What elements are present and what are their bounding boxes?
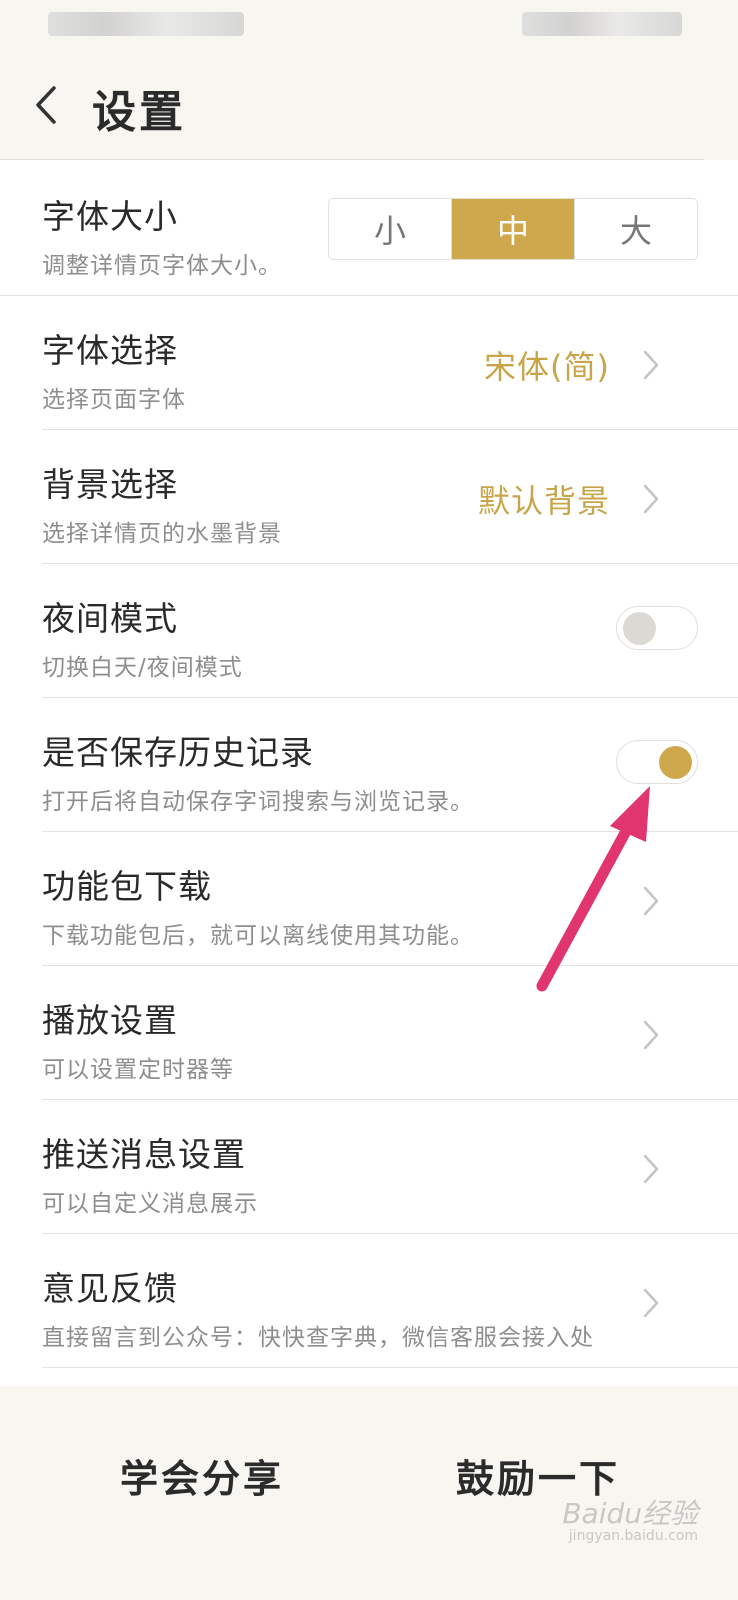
setting-title: 夜间模式 — [42, 599, 178, 638]
setting-feedback[interactable]: 意见反馈 直接留言到公众号：快快查字典，微信客服会接入处 — [0, 1232, 738, 1368]
font-size-medium-option[interactable]: 中 — [452, 199, 575, 259]
chevron-right-icon — [643, 350, 659, 380]
font-size-small-option[interactable]: 小 — [329, 199, 452, 259]
toggle-knob — [659, 746, 692, 779]
status-bar — [0, 0, 738, 50]
setting-title: 字体选择 — [42, 331, 178, 370]
setting-subtitle: 选择页面字体 — [42, 387, 186, 413]
page-title: 设置 — [92, 87, 186, 138]
setting-font-size: 字体大小 调整详情页字体大小。 小 中 大 — [0, 160, 738, 296]
status-bar-right-blurred — [522, 12, 682, 36]
setting-save-history: 是否保存历史记录 打开后将自动保存字词搜索与浏览记录。 — [0, 696, 738, 832]
setting-night-mode: 夜间模式 切换白天/夜间模式 — [0, 562, 738, 698]
setting-download[interactable]: 功能包下载 下载功能包后，就可以离线使用其功能。 — [0, 830, 738, 966]
chevron-right-icon — [643, 1288, 659, 1318]
watermark-text: Baidu经验 — [562, 1497, 698, 1530]
setting-value: 默认背景 — [477, 482, 610, 520]
setting-value: 宋体(简) — [484, 348, 610, 386]
setting-subtitle: 直接留言到公众号：快快查字典，微信客服会接入处 — [42, 1325, 594, 1351]
watermark-url: jingyan.baidu.com — [568, 1528, 698, 1544]
setting-font-select[interactable]: 字体选择 选择页面字体 宋体(简) — [0, 294, 738, 430]
setting-push[interactable]: 推送消息设置 可以自定义消息展示 — [0, 1098, 738, 1234]
font-size-large-option[interactable]: 大 — [575, 199, 697, 259]
back-arrow-icon[interactable] — [28, 82, 68, 128]
status-bar-left-blurred — [48, 12, 244, 36]
baidu-watermark: Baidu经验 jingyan.baidu.com — [562, 1492, 698, 1544]
chevron-right-icon — [643, 1154, 659, 1184]
row-divider — [42, 1367, 738, 1368]
setting-title: 功能包下载 — [42, 867, 212, 906]
chevron-right-icon — [643, 1020, 659, 1050]
setting-subtitle: 可以设置定时器等 — [42, 1057, 234, 1083]
save-history-toggle[interactable] — [616, 740, 698, 784]
setting-subtitle: 切换白天/夜间模式 — [42, 655, 243, 681]
setting-title: 播放设置 — [42, 1001, 178, 1040]
setting-subtitle: 打开后将自动保存字词搜索与浏览记录。 — [42, 789, 474, 815]
setting-subtitle: 调整详情页字体大小。 — [42, 253, 282, 279]
setting-background[interactable]: 背景选择 选择详情页的水墨背景 默认背景 — [0, 428, 738, 564]
setting-title: 是否保存历史记录 — [42, 733, 314, 772]
chevron-right-icon — [643, 484, 659, 514]
setting-title: 字体大小 — [42, 197, 178, 236]
setting-subtitle: 选择详情页的水墨背景 — [42, 521, 282, 547]
font-size-segmented-control: 小 中 大 — [328, 198, 698, 260]
setting-title: 推送消息设置 — [42, 1135, 246, 1174]
setting-title: 意见反馈 — [42, 1269, 178, 1308]
toggle-knob — [623, 612, 656, 645]
setting-title: 背景选择 — [42, 465, 178, 504]
setting-subtitle: 下载功能包后，就可以离线使用其功能。 — [42, 923, 474, 949]
setting-subtitle: 可以自定义消息展示 — [42, 1191, 258, 1217]
top-bar: 设置 — [0, 50, 738, 160]
night-mode-toggle[interactable] — [616, 606, 698, 650]
chevron-right-icon — [643, 886, 659, 916]
setting-playback[interactable]: 播放设置 可以设置定时器等 — [0, 964, 738, 1100]
settings-list: 字体大小 调整详情页字体大小。 小 中 大 字体选择 选择页面字体 宋体(简) … — [0, 160, 738, 1386]
share-button[interactable]: 学会分享 — [120, 1448, 284, 1503]
